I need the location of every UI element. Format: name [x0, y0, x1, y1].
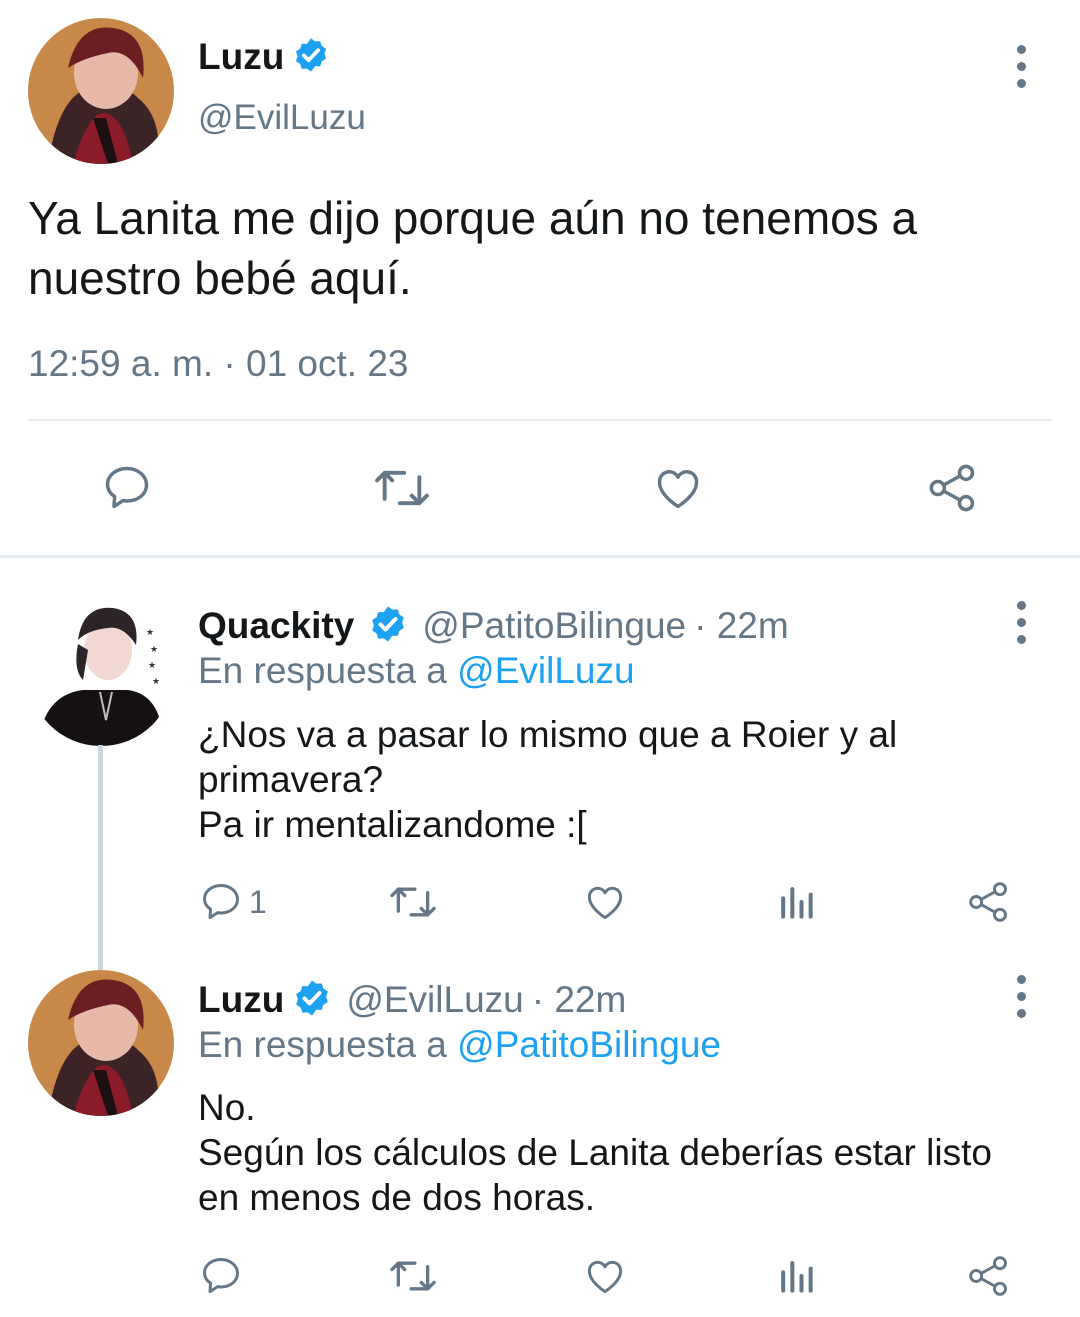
retweet-icon[interactable] [387, 880, 439, 924]
section-separator [0, 555, 1080, 558]
like-icon[interactable] [582, 1254, 628, 1298]
reply-context-label: En respuesta a [198, 650, 447, 691]
share-icon[interactable] [925, 462, 981, 514]
avatar[interactable]: ★ ★ ★ ★ [28, 600, 174, 746]
tweet-text: No. Según los cálculos de Lanita debería… [198, 1085, 992, 1220]
author-name[interactable]: Luzu [198, 36, 284, 78]
author-name[interactable]: Quackity [198, 605, 354, 647]
like-icon[interactable] [651, 462, 705, 514]
reply-context-label: En respuesta a [198, 1024, 447, 1065]
reply-icon [199, 880, 243, 924]
analytics-icon[interactable] [776, 880, 816, 924]
author-line: Luzu [198, 34, 330, 80]
more-options-icon[interactable] [1001, 966, 1041, 1026]
svg-text:★: ★ [146, 628, 154, 638]
reply-icon[interactable] [101, 462, 153, 514]
verified-badge-icon [292, 978, 332, 1023]
tweet-text-line: Ya Lanita me dijo porque aún no tenemos … [28, 192, 918, 244]
tweet-text-line: primavera? [198, 759, 384, 800]
author-handle[interactable]: @EvilLuzu [346, 979, 523, 1021]
tweet-text-line: nuestro bebé aquí. [28, 252, 412, 304]
tweet-text-line: ¿Nos va a pasar lo mismo que a Roier y a… [198, 714, 898, 755]
tweet-text: Ya Lanita me dijo porque aún no tenemos … [28, 188, 917, 308]
verified-badge-icon [292, 36, 330, 79]
reply-context: En respuesta a @EvilLuzu [198, 650, 635, 692]
verified-badge-icon [368, 604, 408, 649]
more-options-icon[interactable] [1001, 592, 1041, 652]
share-icon[interactable] [967, 880, 1011, 924]
author-handle[interactable]: @PatitoBilingue [422, 605, 686, 647]
tweet-age: · 22m [531, 979, 627, 1020]
reply-count: 1 [249, 883, 267, 920]
svg-text:★: ★ [148, 661, 156, 671]
tweet-text: ¿Nos va a pasar lo mismo que a Roier y a… [198, 712, 897, 847]
more-options-icon[interactable] [1001, 36, 1041, 96]
tweet-age: · 22m [694, 605, 789, 646]
retweet-icon[interactable] [371, 462, 433, 514]
avatar[interactable] [28, 970, 174, 1116]
tweet-timestamp[interactable]: 12:59 a. m. · 01 oct. 23 [28, 343, 409, 385]
reply-header: Quackity @PatitoBilingue · 22m [198, 603, 789, 649]
reply-header: Luzu @EvilLuzu · 22m [198, 977, 626, 1023]
like-icon[interactable] [582, 880, 628, 924]
retweet-icon[interactable] [387, 1254, 439, 1298]
reply-button[interactable]: 1 [199, 880, 267, 924]
reply-icon[interactable] [199, 1254, 243, 1298]
tweet-text-line: No. [198, 1087, 256, 1128]
reply-context-link[interactable]: @PatitoBilingue [457, 1024, 721, 1065]
tweet-text-line: Según los cálculos de Lanita deberías es… [198, 1132, 992, 1173]
thread-connector-line [98, 745, 103, 970]
svg-text:★: ★ [150, 645, 158, 655]
reply-context-link[interactable]: @EvilLuzu [457, 650, 634, 691]
share-icon[interactable] [967, 1254, 1011, 1298]
reply-context: En respuesta a @PatitoBilingue [198, 1024, 721, 1066]
author-name[interactable]: Luzu [198, 979, 284, 1021]
analytics-icon[interactable] [776, 1254, 816, 1298]
divider [28, 419, 1052, 421]
avatar[interactable] [28, 18, 174, 164]
tweet-text-line: Pa ir mentalizandome :[ [198, 804, 587, 845]
author-handle[interactable]: @EvilLuzu [198, 98, 366, 138]
svg-text:★: ★ [152, 677, 160, 687]
tweet-text-line: en menos de dos horas. [198, 1177, 595, 1218]
